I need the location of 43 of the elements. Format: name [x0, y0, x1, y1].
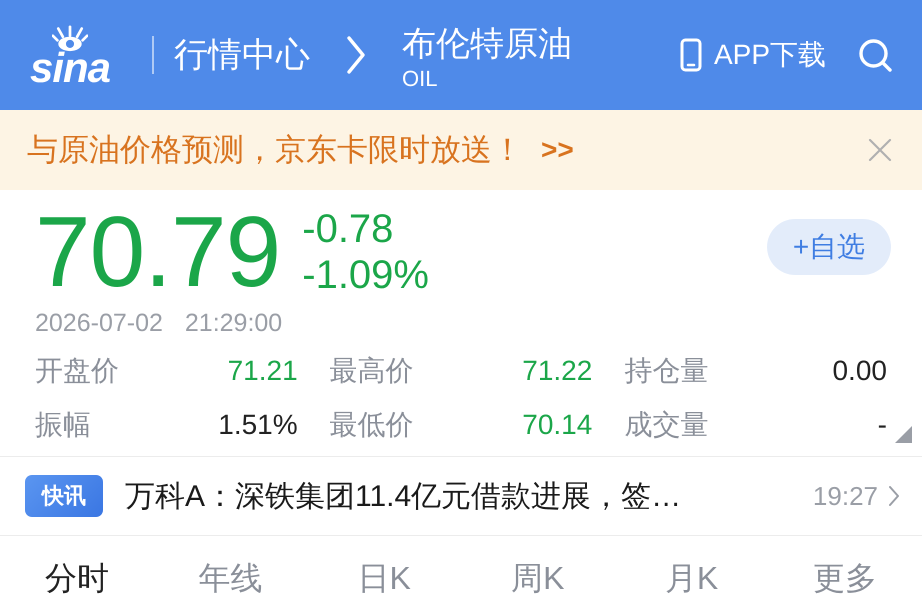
phone-icon: [680, 38, 702, 72]
app-download-button[interactable]: APP下载: [680, 36, 826, 74]
chart-tab[interactable]: 周K: [511, 558, 564, 598]
stat-value: 70.14: [522, 409, 592, 441]
page-subtitle: OIL: [402, 65, 438, 93]
stat-label: 最低价: [330, 408, 414, 442]
corner-triangle-icon[interactable]: [895, 426, 912, 443]
stat-label: 振幅: [35, 408, 91, 442]
stat-value: 71.21: [228, 355, 298, 387]
banner-text: 与原油价格预测，京东卡限时放送！: [27, 131, 523, 169]
logo-text[interactable]: sina: [30, 52, 110, 84]
chart-tab[interactable]: 更多: [813, 558, 878, 598]
add-watchlist-button[interactable]: +自选: [767, 219, 891, 275]
chart-tab[interactable]: 月K: [664, 558, 718, 598]
stat-label: 成交量: [624, 408, 708, 442]
stat-value: 0.00: [832, 355, 887, 387]
section-link[interactable]: 行情中心: [174, 35, 310, 75]
news-badge: 快讯: [25, 475, 103, 517]
chevron-right-icon: [888, 485, 900, 507]
page-title: 布伦特原油: [402, 24, 572, 64]
stat-label: 开盘价: [35, 354, 119, 388]
news-headline: 万科A：深铁集团11.4亿元借款进展，签…: [125, 478, 682, 514]
last-price: 70.79: [35, 202, 280, 302]
quote-date: 2026-07-02: [35, 308, 163, 338]
eye-logo-icon: [52, 24, 88, 52]
promo-banner[interactable]: 与原油价格预测，京东卡限时放送！ >>: [0, 110, 922, 190]
stat-value: 71.22: [522, 355, 592, 387]
banner-more-link[interactable]: >>: [541, 134, 574, 166]
stat-value: -: [878, 409, 887, 441]
chart-tab[interactable]: 年线: [198, 558, 262, 598]
stat-label: 持仓量: [624, 354, 708, 388]
quote-time: 21:29:00: [184, 308, 282, 338]
chart-tab[interactable]: 分时: [44, 558, 109, 598]
stat-label: 最高价: [330, 354, 414, 388]
chevron-right-icon: [346, 36, 366, 74]
percent-change: -1.09%: [302, 252, 429, 298]
chart-tab[interactable]: 日K: [357, 558, 411, 598]
close-icon[interactable]: [868, 138, 892, 162]
price-change: -0.78: [302, 206, 394, 252]
news-row[interactable]: 快讯 万科A：深铁集团11.4亿元借款进展，签… 19:27: [0, 457, 922, 535]
search-icon[interactable]: [858, 38, 892, 72]
news-time: 19:27: [812, 480, 878, 512]
stat-value: 1.51%: [218, 409, 298, 441]
